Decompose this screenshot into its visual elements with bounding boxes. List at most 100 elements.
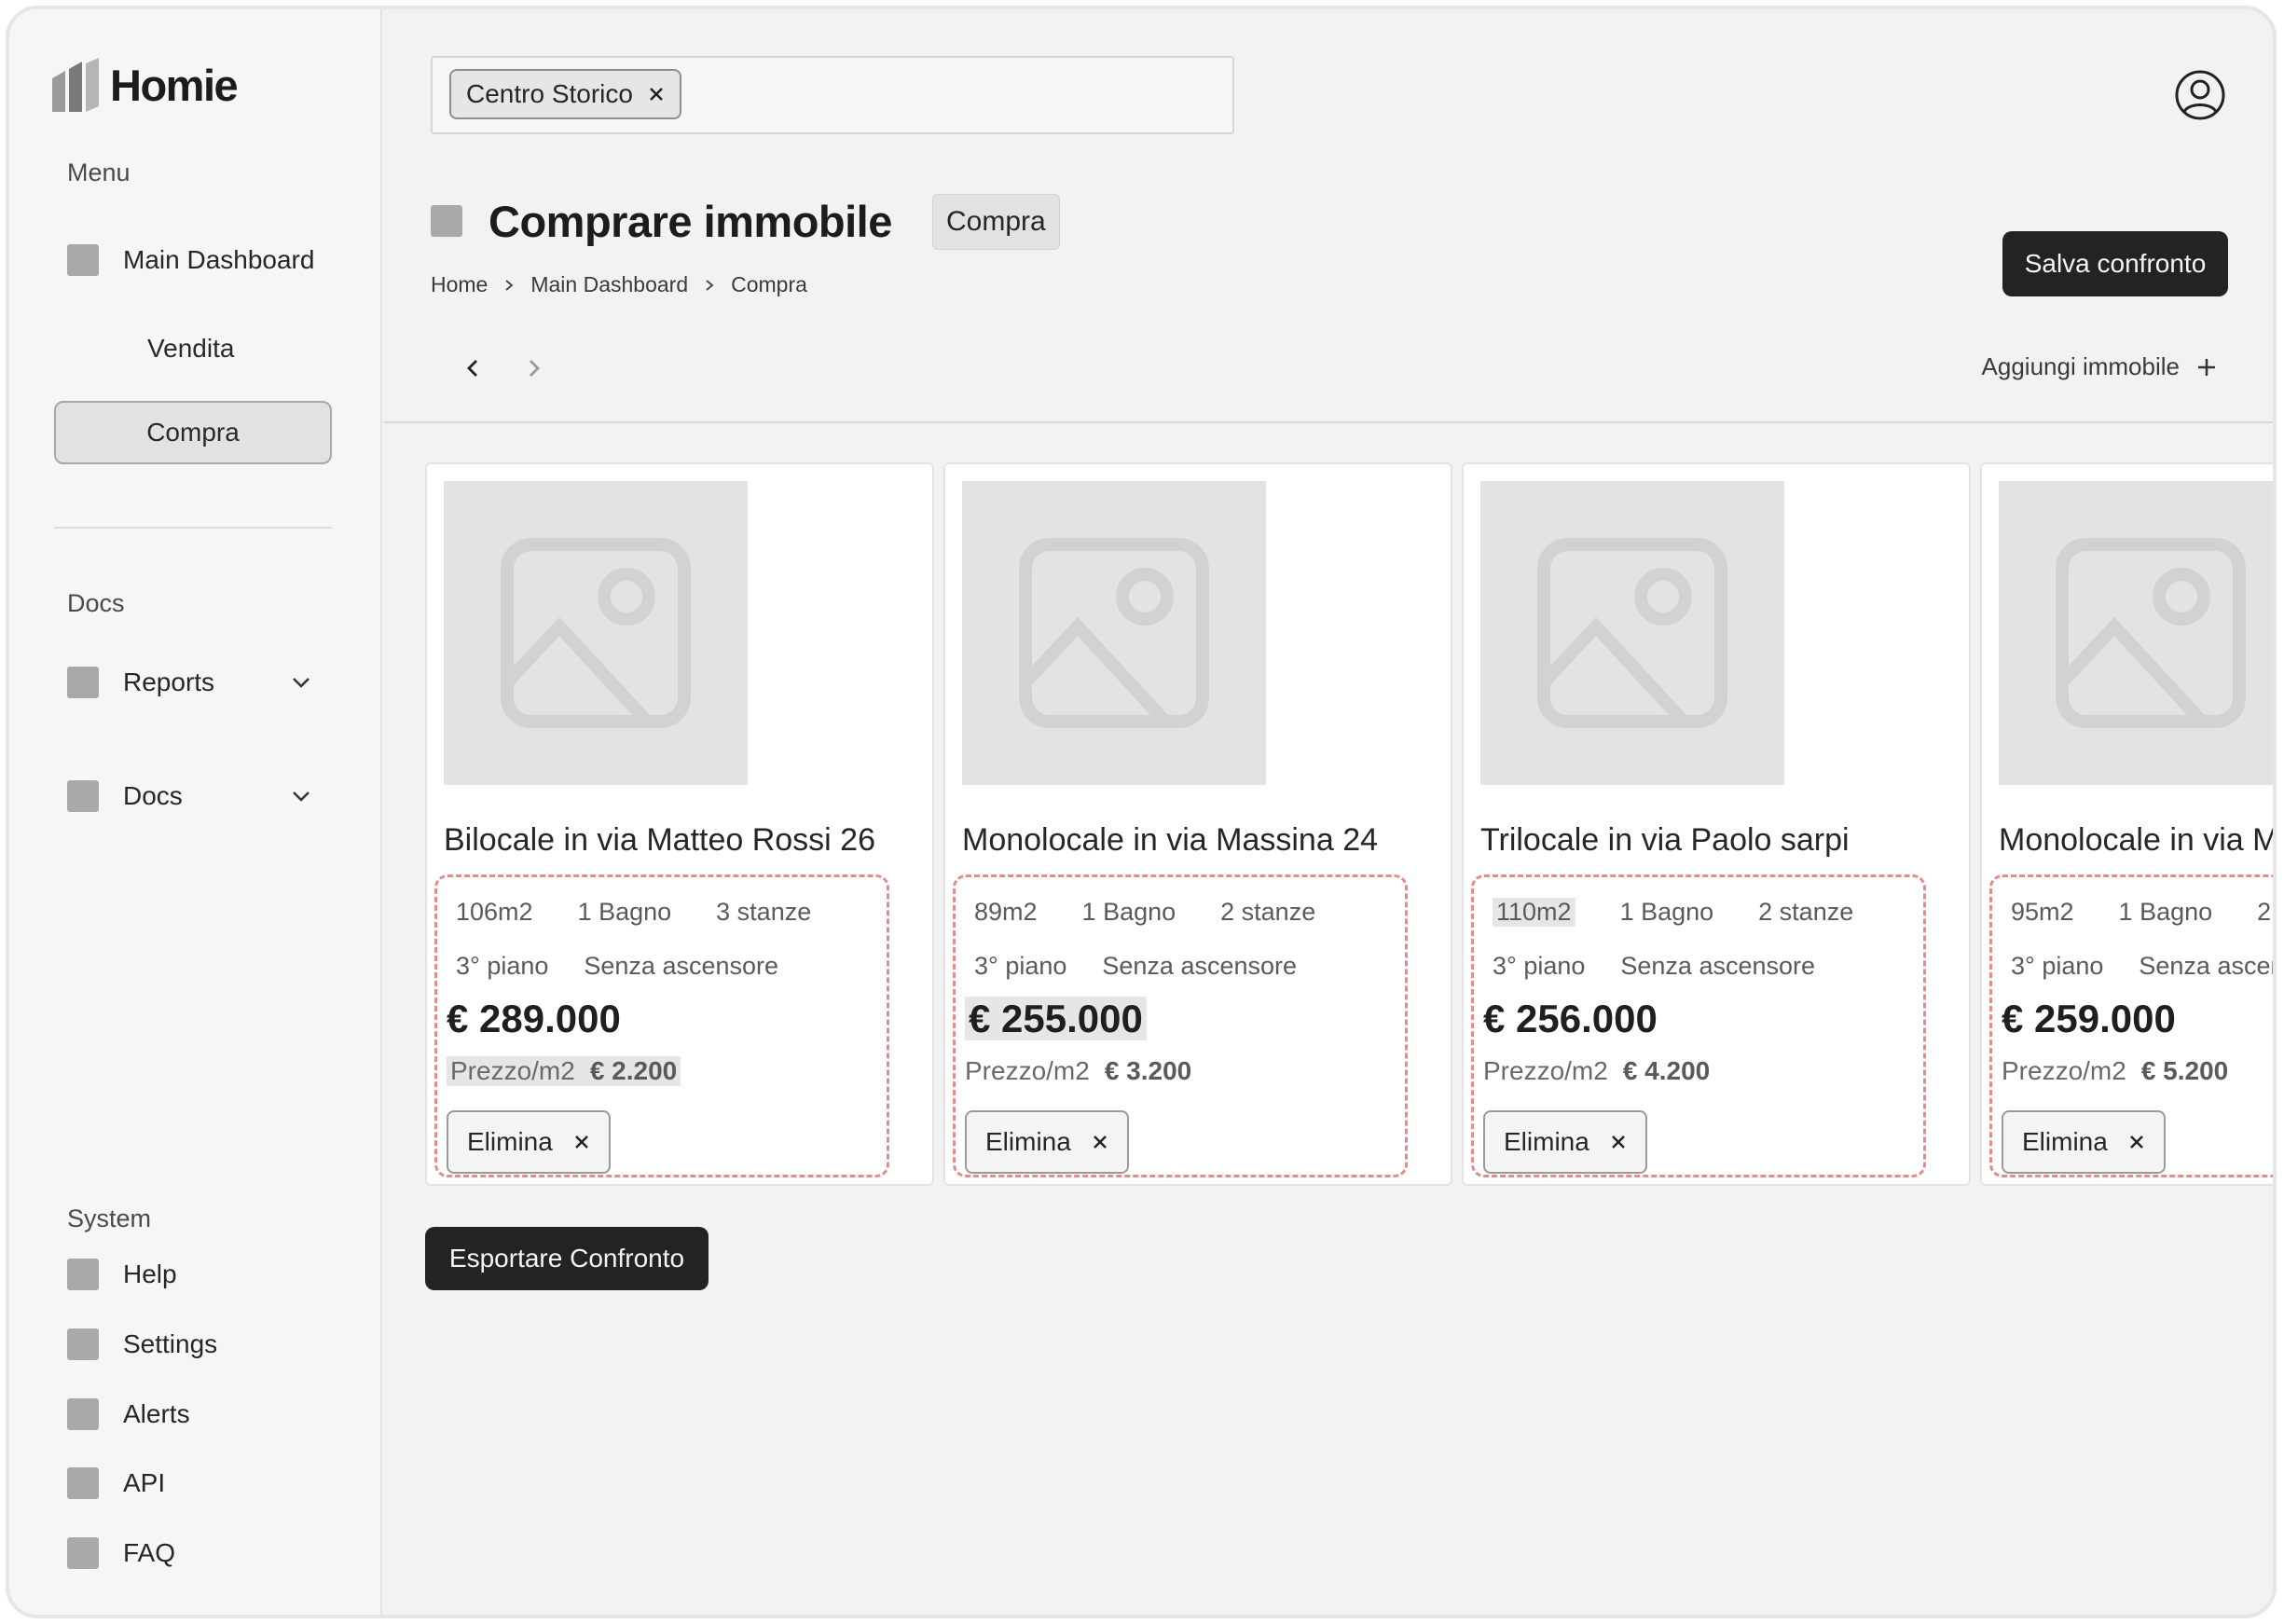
- plus-icon: [2198, 358, 2215, 376]
- sidebar-item-label: Alerts: [123, 1399, 190, 1428]
- header-divider: [384, 421, 2273, 423]
- sidebar-item-reports[interactable]: Reports: [67, 667, 337, 698]
- page-icon: [431, 205, 462, 237]
- sidebar-item-label: Main Dashboard: [123, 245, 315, 274]
- delete-label: Elimina: [467, 1127, 553, 1156]
- property-title: Bilocale in via Matteo Rossi 26: [444, 822, 876, 858]
- alerts-icon: [67, 1398, 99, 1430]
- bath-value: 1 Bagno: [1081, 898, 1176, 926]
- property-cards: Bilocale in via Matteo Rossi 26 106m2 1 …: [425, 462, 2273, 1190]
- breadcrumb-home[interactable]: Home: [431, 272, 488, 297]
- elevator-value: Senza ascensore: [584, 952, 779, 980]
- breadcrumb-main-dashboard[interactable]: Main Dashboard: [530, 272, 688, 297]
- add-property-button[interactable]: Aggiungi immobile: [1982, 352, 2217, 381]
- property-price: € 259.000: [2002, 997, 2176, 1040]
- chevron-left-icon[interactable]: [459, 354, 487, 382]
- chevron-down-icon[interactable]: [291, 672, 311, 693]
- spec-row: 110m2 1 Bagno 2 stanze: [1493, 898, 1853, 927]
- export-comparison-button[interactable]: Esportare Confronto: [425, 1227, 709, 1290]
- sidebar-item-settings[interactable]: Settings: [67, 1328, 217, 1360]
- delete-label: Elimina: [2022, 1127, 2108, 1156]
- area-value: 110m2: [1493, 898, 1575, 927]
- page-title: Comprare immobile: [488, 197, 892, 246]
- price-per-sqm-value: € 4.200: [1622, 1056, 1711, 1085]
- bath-value: 1 Bagno: [1619, 898, 1714, 926]
- spec-row: 3° piano Senza ascensore: [456, 952, 778, 981]
- spec-row: 106m2 1 Bagno 3 stanze: [456, 898, 811, 927]
- price-per-sqm: Prezzo/m2 € 4.200: [1483, 1056, 1710, 1086]
- breadcrumb-compra[interactable]: Compra: [731, 272, 807, 297]
- delete-label: Elimina: [1504, 1127, 1589, 1156]
- property-title: Monolocale in via M: [1999, 822, 2273, 858]
- image-placeholder-icon: [1537, 538, 1727, 728]
- close-icon: [1611, 1135, 1625, 1149]
- delete-button[interactable]: Elimina: [965, 1110, 1129, 1174]
- floor-value: 3° piano: [2011, 952, 2104, 980]
- chevron-right-icon: [706, 279, 714, 291]
- area-value: 95m2: [2011, 898, 2074, 926]
- elevator-value: Senza ascensore: [1102, 952, 1298, 980]
- docs-section-label: Docs: [67, 589, 125, 617]
- sidebar-item-api[interactable]: API: [67, 1467, 165, 1499]
- rooms-value: 2 stanze: [1758, 898, 1854, 926]
- sidebar-subitem-vendita[interactable]: Vendita: [147, 334, 234, 364]
- price-per-sqm: Prezzo/m2 € 5.200: [2002, 1056, 2228, 1086]
- property-image: [1999, 481, 2273, 785]
- user-icon[interactable]: [2174, 69, 2226, 121]
- property-card: Monolocale in via M 95m2 1 Bagno 2 3° pi…: [1980, 462, 2273, 1186]
- sidebar-item-alerts[interactable]: Alerts: [67, 1398, 190, 1430]
- close-icon: [2129, 1135, 2143, 1149]
- menu-section-label: Menu: [67, 158, 131, 186]
- property-title: Trilocale in via Paolo sarpi: [1480, 822, 1850, 858]
- main-content: Centro Storico Comprare immobile Compra …: [384, 9, 2273, 1615]
- faq-icon: [67, 1537, 99, 1569]
- chevron-right-icon: [505, 279, 514, 291]
- property-details: 89m2 1 Bagno 2 stanze 3° piano Senza asc…: [953, 874, 1408, 1177]
- rooms-value: 3 stanze: [716, 898, 812, 926]
- delete-button[interactable]: Elimina: [2002, 1110, 2166, 1174]
- property-price: € 255.000: [965, 997, 1147, 1041]
- property-details: 110m2 1 Bagno 2 stanze 3° piano Senza as…: [1471, 874, 1926, 1177]
- sidebar-item-main-dashboard[interactable]: Main Dashboard: [67, 244, 314, 276]
- search-input[interactable]: Centro Storico: [431, 56, 1234, 134]
- image-placeholder-icon: [1019, 538, 1209, 728]
- spec-row: 3° piano Senza ascensore: [974, 952, 1297, 981]
- property-card: Bilocale in via Matteo Rossi 26 106m2 1 …: [425, 462, 934, 1186]
- floor-value: 3° piano: [1493, 952, 1586, 980]
- spec-row: 89m2 1 Bagno 2 stanze: [974, 898, 1315, 927]
- price-per-sqm-value: € 5.200: [2140, 1056, 2229, 1085]
- price-per-sqm-label: Prezzo/m2: [450, 1056, 575, 1085]
- sidebar-item-help[interactable]: Help: [67, 1259, 177, 1290]
- settings-icon: [67, 1328, 99, 1360]
- close-icon: [1093, 1135, 1107, 1149]
- logo[interactable]: Homie: [52, 58, 239, 112]
- chevron-right-icon[interactable]: [520, 354, 548, 382]
- close-icon[interactable]: [648, 86, 665, 103]
- sidebar-item-faq[interactable]: FAQ: [67, 1537, 175, 1569]
- rooms-value: 2 stanze: [1220, 898, 1316, 926]
- price-per-sqm-value: € 2.200: [589, 1056, 678, 1085]
- sidebar-item-label: FAQ: [123, 1538, 176, 1567]
- filter-chip[interactable]: Centro Storico: [449, 69, 681, 119]
- property-image: [962, 481, 1266, 785]
- price-per-sqm-value: € 3.200: [1104, 1056, 1192, 1085]
- page-tag: Compra: [932, 194, 1060, 250]
- price-highlight: € 255.000: [965, 997, 1147, 1040]
- property-price: € 289.000: [447, 997, 621, 1040]
- reports-icon: [67, 667, 99, 698]
- floor-value: 3° piano: [456, 952, 549, 980]
- sidebar-item-docs[interactable]: Docs: [67, 780, 337, 812]
- delete-button[interactable]: Elimina: [1483, 1110, 1647, 1174]
- delete-button[interactable]: Elimina: [447, 1110, 611, 1174]
- save-comparison-button[interactable]: Salva confronto: [2002, 231, 2228, 296]
- rooms-value: 2: [2257, 898, 2272, 926]
- app-window: Homie Menu Main Dashboard Vendita Compra…: [6, 6, 2277, 1618]
- breadcrumb: Home Main Dashboard Compra: [431, 272, 807, 297]
- property-image: [444, 481, 748, 785]
- chevron-down-icon[interactable]: [291, 786, 311, 806]
- property-title: Monolocale in via Massina 24: [962, 822, 1379, 858]
- sidebar-subitem-compra[interactable]: Compra: [54, 401, 332, 464]
- close-icon: [574, 1135, 588, 1149]
- sidebar: Homie Menu Main Dashboard Vendita Compra…: [9, 9, 382, 1615]
- homie-logo-icon: [52, 58, 99, 112]
